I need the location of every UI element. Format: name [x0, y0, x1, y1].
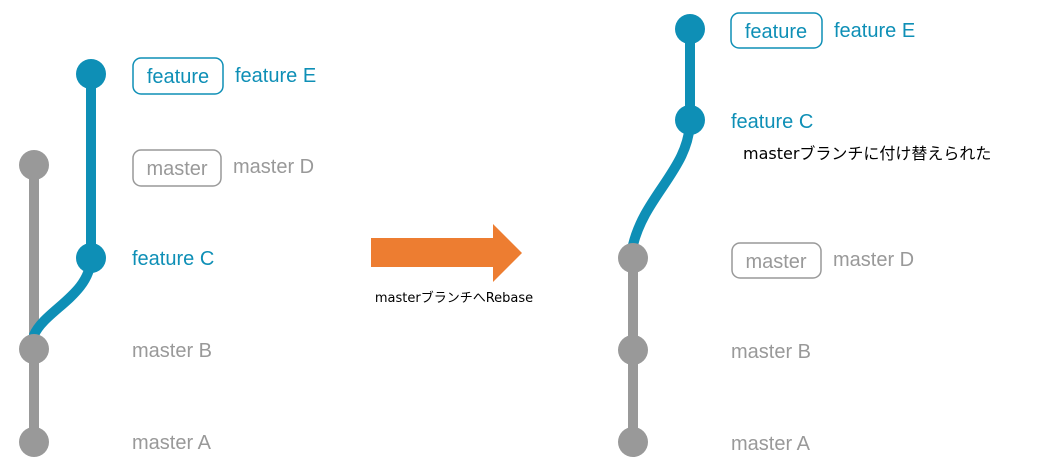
before-commit-master-a-node: [19, 427, 49, 457]
after-commit-master-d-node: [618, 243, 648, 273]
after-commit-master-b-node: [618, 335, 648, 365]
before-commit-master-d-node: [19, 150, 49, 180]
before-graph: feature master feature E master D featur…: [19, 57, 316, 457]
before-feature-branch-line: [29, 69, 96, 340]
rebase-arrow-shape: [371, 224, 522, 282]
after-commit-feature-c-label: feature C: [731, 111, 813, 133]
rebase-arrow-caption: masterブランチへRebase: [375, 290, 533, 306]
before-commit-master-d-label: master D: [233, 156, 314, 178]
after-commit-feature-e-node: [675, 14, 705, 44]
before-master-tag: master: [132, 149, 222, 187]
after-feature-tag: feature: [730, 12, 823, 49]
before-commit-master-b-label: master B: [132, 340, 212, 362]
after-commit-master-d-label: master D: [833, 249, 914, 271]
before-commit-feature-e-node: [76, 59, 106, 89]
before-commit-master-a-label: master A: [132, 432, 212, 454]
after-commit-master-a-label: master A: [731, 433, 811, 455]
after-rebase-note: masterブランチに付け替えられた: [743, 144, 991, 163]
before-master-tag-label: master: [146, 158, 207, 180]
after-feature-tag-label: feature: [745, 21, 807, 43]
after-commit-master-b-label: master B: [731, 341, 811, 363]
after-commit-feature-e-label: feature E: [834, 20, 915, 42]
before-commit-feature-c-node: [76, 243, 106, 273]
before-feature-tag-label: feature: [147, 66, 209, 88]
before-commit-master-b-node: [19, 334, 49, 364]
after-commit-master-a-node: [618, 427, 648, 457]
after-graph: feature master feature E feature C maste…: [618, 12, 991, 457]
before-commit-feature-e-label: feature E: [235, 65, 316, 87]
after-feature-branch-line: [628, 24, 695, 250]
after-master-tag: master: [731, 242, 822, 279]
after-commit-feature-c-node: [675, 105, 705, 135]
rebase-arrow: masterブランチへRebase: [371, 224, 533, 306]
after-master-tag-label: master: [745, 251, 806, 273]
git-rebase-diagram: feature master feature E master D featur…: [19, 12, 991, 457]
before-commit-feature-c-label: feature C: [132, 248, 214, 270]
before-feature-tag: feature: [132, 57, 224, 95]
